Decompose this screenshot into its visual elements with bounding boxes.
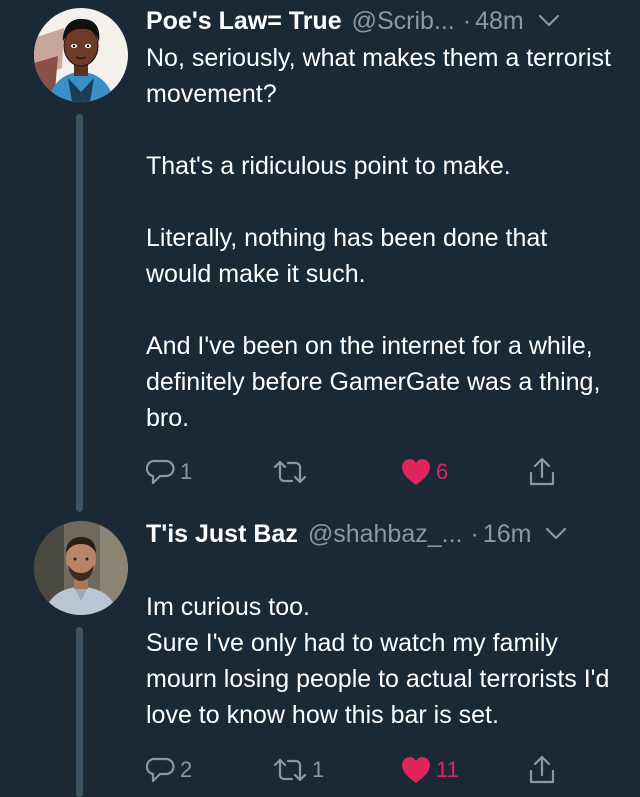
tweet-header: Poe's Law= True @Scrib... · 48m	[146, 3, 616, 39]
like-count: 6	[436, 459, 449, 484]
reply-icon	[146, 459, 175, 485]
reply-count: 2	[180, 757, 193, 782]
separator-dot: ·	[462, 6, 472, 35]
tweet-paragraph: Literally, nothing has been done that wo…	[146, 224, 548, 288]
tweet-paragraph: And I've been on the internet for a whil…	[146, 332, 601, 432]
display-name[interactable]: T'is Just Baz	[146, 520, 298, 549]
user-handle[interactable]: @shahbaz_...	[308, 520, 463, 549]
tweet-header: T'is Just Baz @shahbaz_... · 16m	[146, 516, 616, 552]
reply-icon	[146, 757, 175, 783]
chevron-down-icon[interactable]	[545, 527, 567, 541]
user-handle[interactable]: @Scrib...	[352, 7, 455, 36]
action-bar: 2 1 11	[0, 750, 640, 790]
avatar[interactable]	[34, 8, 128, 102]
like-button[interactable]: 11	[400, 750, 459, 790]
like-button[interactable]: 6	[400, 452, 448, 492]
avatar[interactable]	[34, 521, 128, 615]
like-count: 11	[436, 757, 459, 782]
reply-button[interactable]: 1	[146, 452, 192, 492]
share-button[interactable]	[528, 452, 556, 492]
action-bar: 1 6	[0, 452, 640, 492]
retweet-icon	[273, 460, 307, 484]
reply-button[interactable]: 2	[146, 750, 192, 790]
retweet-count: 1	[312, 757, 325, 782]
display-name[interactable]: Poe's Law= True	[146, 7, 342, 36]
retweet-button[interactable]	[272, 452, 312, 492]
tweet-paragraph: No, seriously, what makes them a terrori…	[146, 44, 611, 108]
share-icon	[529, 457, 555, 486]
share-icon	[529, 755, 555, 784]
share-button[interactable]	[528, 750, 556, 790]
tweet-text: Im curious too. Sure I've only had to wa…	[146, 553, 616, 769]
timestamp[interactable]: 48m	[475, 7, 524, 36]
separator-dot: ·	[470, 519, 479, 548]
heart-icon	[402, 757, 430, 783]
reply-count: 1	[180, 459, 193, 484]
tweet-paragraph: That's a ridiculous point to make.	[146, 152, 511, 180]
heart-icon	[402, 459, 430, 485]
retweet-button[interactable]: 1	[272, 750, 324, 790]
tweet-paragraph: Im curious too. Sure I've only had to wa…	[146, 593, 610, 729]
retweet-icon	[273, 758, 307, 782]
chevron-down-icon[interactable]	[538, 14, 560, 28]
tweet-text: No, seriously, what makes them a terrori…	[146, 40, 616, 436]
timestamp[interactable]: 16m	[483, 520, 532, 549]
